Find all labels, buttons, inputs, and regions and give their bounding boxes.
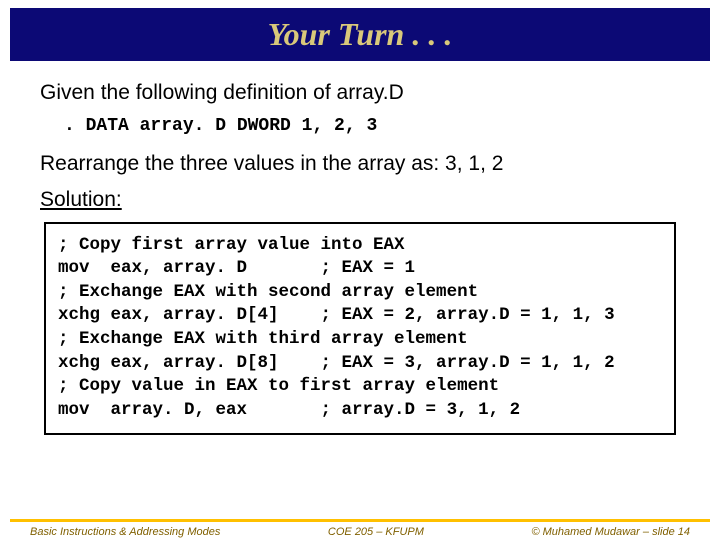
data-definition-code: . DATA array. D DWORD 1, 2, 3: [64, 115, 680, 138]
footer-right: © Muhamed Mudawar – slide 14: [531, 526, 690, 538]
footer-left: Basic Instructions & Addressing Modes: [30, 526, 220, 538]
solution-label: Solution:: [40, 188, 680, 212]
footer-divider: [10, 519, 710, 522]
rearrange-instruction: Rearrange the three values in the array …: [40, 152, 680, 176]
title-bar: Your Turn . . .: [10, 8, 710, 61]
footer: Basic Instructions & Addressing Modes CO…: [0, 526, 720, 538]
solution-code-box: ; Copy first array value into EAX mov ea…: [44, 222, 676, 435]
intro-text: Given the following definition of array.…: [40, 81, 680, 105]
slide-content: Given the following definition of array.…: [0, 61, 720, 435]
footer-center: COE 205 – KFUPM: [328, 526, 424, 538]
slide-title: Your Turn . . .: [268, 16, 453, 52]
